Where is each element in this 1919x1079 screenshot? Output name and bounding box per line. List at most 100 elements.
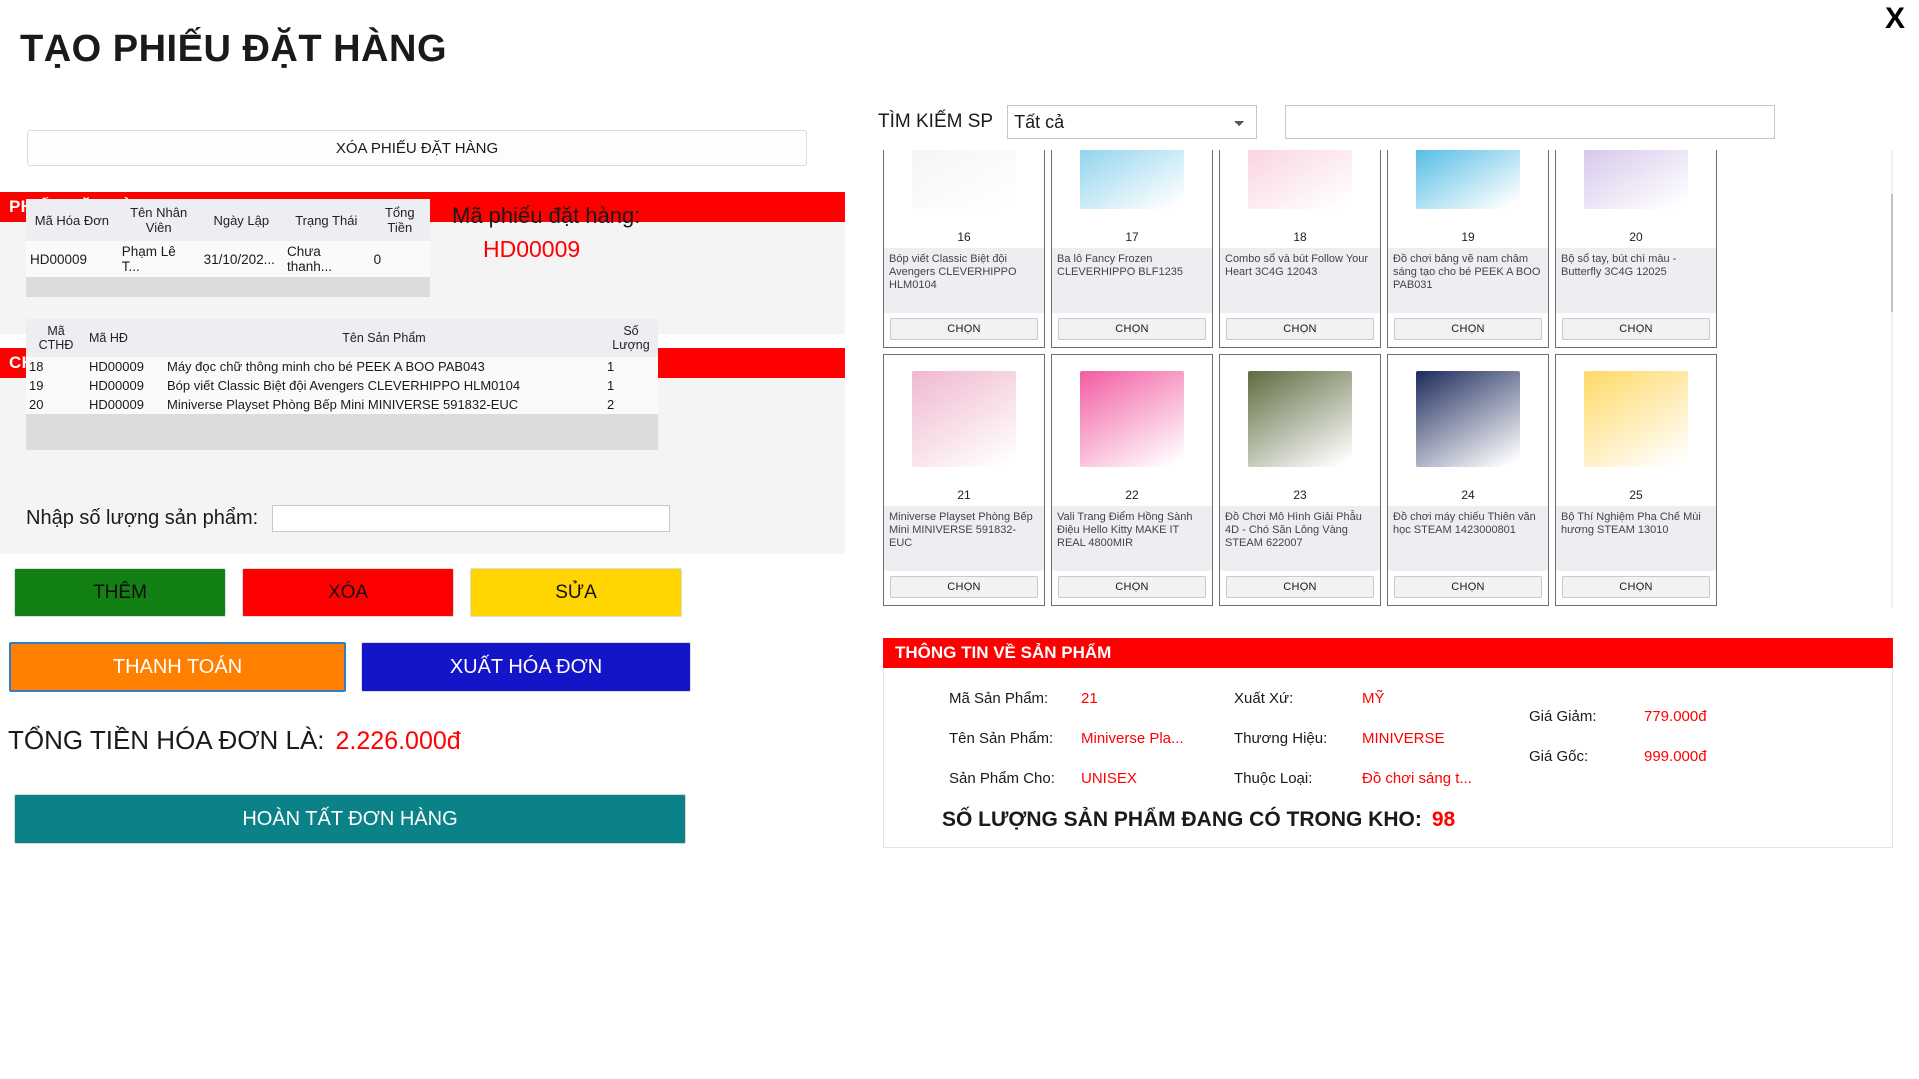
- order-code-value: HD00009: [483, 236, 581, 262]
- table-cell: Miniverse Playset Phòng Bếp Mini MINIVER…: [164, 395, 604, 414]
- select-product-button[interactable]: CHỌN: [1226, 576, 1374, 598]
- detail-col-header: Số Lượng: [604, 319, 658, 357]
- product-id: 16: [957, 230, 971, 244]
- table-cell: HD00009: [26, 241, 118, 277]
- table-cell: [199, 277, 283, 297]
- product-card[interactable]: 24 Đồ chơi máy chiếu Thiên văn học STEAM …: [1387, 354, 1549, 606]
- product-card[interactable]: 25 Bộ Thí Nghiệm Pha Chế Mùi hương STEAM …: [1555, 354, 1717, 606]
- product-name: Vali Trang Điểm Hồng Sành Điệu Hello Kit…: [1052, 506, 1212, 571]
- table-cell: 2: [604, 395, 658, 414]
- product-image: [1052, 150, 1212, 225]
- select-product-button[interactable]: CHỌN: [1394, 576, 1542, 598]
- quantity-input[interactable]: [272, 505, 671, 532]
- order-detail-table[interactable]: Mã CTHĐ Mã HĐ Tên Sản Phẩm Số Lượng 18 HD00009…: [26, 319, 658, 450]
- table-row-empty[interactable]: [26, 414, 658, 450]
- table-row-empty[interactable]: [26, 277, 430, 297]
- product-card[interactable]: 20 Bộ sổ tay, bút chì màu - Butterfly 3C4…: [1555, 150, 1717, 348]
- total-value: 2.226.000đ: [335, 727, 461, 755]
- order-col-header: Ngày Lập: [199, 199, 283, 241]
- table-cell: 1: [604, 357, 658, 376]
- order-col-header: Trạng Thái: [282, 199, 370, 241]
- product-image: [1220, 150, 1380, 225]
- finish-order-button[interactable]: HOÀN TẤT ĐƠN HÀNG: [14, 794, 686, 844]
- product-thumbnail: [1080, 150, 1184, 209]
- info-field-label: Tên Sản Phẩm:: [949, 730, 1054, 747]
- table-cell: 31/10/202...: [199, 241, 283, 277]
- table-row[interactable]: 20 HD00009 Miniverse Playset Phòng Bếp Min…: [26, 395, 658, 414]
- order-creation-window: X TẠO PHIẾU ĐẶT HÀNG XÓA PHIẾU ĐẶT HÀNG …: [0, 0, 1919, 1079]
- select-product-button[interactable]: CHỌN: [1394, 318, 1542, 340]
- info-field-label: Giá Giảm:: [1529, 708, 1597, 725]
- table-cell: [26, 414, 86, 450]
- product-name: Đồ chơi máy chiếu Thiên văn học STEAM 14…: [1388, 506, 1548, 571]
- table-cell: 20: [26, 395, 86, 414]
- product-row: 16 Bóp viết Classic Biệt đội Avengers CLE…: [883, 150, 1883, 348]
- select-product-button[interactable]: CHỌN: [1226, 318, 1374, 340]
- select-product-button[interactable]: CHỌN: [1562, 318, 1710, 340]
- search-input[interactable]: [1285, 105, 1776, 139]
- product-image: [1556, 355, 1716, 483]
- product-card[interactable]: 22 Vali Trang Điểm Hồng Sành Điệu Hello K…: [1051, 354, 1213, 606]
- action-button-row: THÊM XÓA SỬA: [14, 568, 682, 617]
- table-cell: [282, 277, 370, 297]
- product-thumbnail: [1416, 371, 1520, 467]
- select-product-button[interactable]: CHỌN: [1058, 576, 1206, 598]
- add-button[interactable]: THÊM: [14, 568, 226, 617]
- info-field-label: Mã Sản Phẩm:: [949, 690, 1049, 707]
- table-cell: Máy đọc chữ thông minh cho bé PEEK A BOO…: [164, 357, 604, 376]
- export-invoice-button[interactable]: XUẤT HÓA ĐƠN: [361, 642, 691, 692]
- pay-button[interactable]: THANH TOÁN: [9, 642, 346, 692]
- delete-order-button[interactable]: XÓA PHIẾU ĐẶT HÀNG: [27, 130, 807, 166]
- product-card[interactable]: 17 Ba lô Fancy Frozen CLEVERHIPPO BLF1235…: [1051, 150, 1213, 348]
- product-id: 23: [1293, 488, 1307, 502]
- product-search-row: TÌM KIẾM SP Tất cả: [878, 105, 1776, 139]
- order-col-header: Tổng Tiền: [369, 199, 430, 241]
- table-cell: 0: [369, 241, 430, 277]
- info-field-value: 779.000đ: [1644, 708, 1707, 725]
- product-id: 19: [1461, 230, 1475, 244]
- scrollbar-thumb[interactable]: [1891, 194, 1893, 312]
- product-id: 18: [1293, 230, 1307, 244]
- info-field-label: Giá Gốc:: [1529, 748, 1589, 765]
- table-row[interactable]: 18 HD00009 Máy đọc chữ thông minh cho bé P…: [26, 357, 658, 376]
- product-image: [1052, 355, 1212, 483]
- product-image: [1556, 150, 1716, 225]
- product-card[interactable]: 19 Đồ chơi bảng vẽ nam châm sáng tạo cho …: [1387, 150, 1549, 348]
- quantity-label: Nhập số lượng sản phẩm:: [26, 507, 259, 529]
- table-cell: [117, 277, 200, 297]
- right-panel: TÌM KIẾM SP Tất cả 16 Bóp viết Classic Bi…: [858, 0, 1919, 1079]
- delete-button[interactable]: XÓA: [242, 568, 454, 617]
- product-image: [1388, 355, 1548, 483]
- detail-col-header: Mã HĐ: [86, 319, 164, 357]
- product-card[interactable]: 21 Miniverse Playset Phòng Bếp Mini MINIV…: [883, 354, 1045, 606]
- select-product-button[interactable]: CHỌN: [890, 576, 1038, 598]
- detail-col-header: Tên Sản Phẩm: [164, 319, 604, 357]
- product-name: Bộ Thí Nghiệm Pha Chế Mùi hương STEAM 13…: [1556, 506, 1716, 571]
- order-col-header: Tên Nhân Viên: [117, 199, 200, 241]
- product-card[interactable]: 18 Combo sổ và bút Follow Your Heart 3C4G…: [1219, 150, 1381, 348]
- stock-value: 98: [1431, 808, 1456, 831]
- info-field-value: Miniverse Pla...: [1081, 730, 1184, 747]
- product-name: Đồ Chơi Mô Hình Giải Phẫu 4D - Chó Săn L…: [1220, 506, 1380, 571]
- product-thumbnail: [1248, 150, 1352, 209]
- product-grid-scrollbar[interactable]: [1891, 150, 1893, 608]
- product-card[interactable]: 16 Bóp viết Classic Biệt đội Avengers CLE…: [883, 150, 1045, 348]
- info-field-label: Thương Hiệu:: [1234, 730, 1328, 747]
- product-grid[interactable]: 16 Bóp viết Classic Biệt đội Avengers CLE…: [883, 150, 1893, 608]
- table-row[interactable]: HD00009 Phạm Lê T... 31/10/202... Chưa than…: [26, 241, 430, 277]
- edit-button[interactable]: SỬA: [470, 568, 682, 617]
- search-category-select[interactable]: Tất cả: [1007, 105, 1258, 139]
- product-image: [884, 355, 1044, 483]
- product-name: Ba lô Fancy Frozen CLEVERHIPPO BLF1235: [1052, 248, 1212, 313]
- product-name: Combo sổ và bút Follow Your Heart 3C4G 1…: [1220, 248, 1380, 313]
- table-row[interactable]: 19 HD00009 Bóp viết Classic Biệt đội Aveng…: [26, 376, 658, 395]
- select-product-button[interactable]: CHỌN: [1562, 576, 1710, 598]
- order-summary-table[interactable]: Mã Hóa Đơn Tên Nhân Viên Ngày Lập Trạng Thá…: [26, 199, 430, 297]
- product-card[interactable]: 23 Đồ Chơi Mô Hình Giải Phẫu 4D - Chó Săn…: [1219, 354, 1381, 606]
- table-cell: Phạm Lê T...: [117, 241, 200, 277]
- product-image: [884, 150, 1044, 225]
- table-cell: 19: [26, 376, 86, 395]
- select-product-button[interactable]: CHỌN: [1058, 318, 1206, 340]
- select-product-button[interactable]: CHỌN: [890, 318, 1038, 340]
- product-thumbnail: [912, 150, 1016, 209]
